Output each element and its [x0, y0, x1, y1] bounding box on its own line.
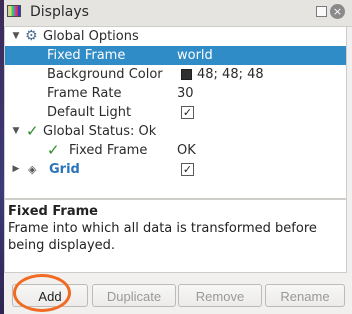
rename-button[interactable]: Rename [265, 284, 345, 307]
property-name: Fixed Frame [47, 48, 126, 63]
gear-icon: ⚙ [25, 28, 38, 44]
add-button[interactable]: Add [12, 284, 88, 307]
close-icon[interactable]: × [330, 4, 345, 19]
tree-item-global-status[interactable]: ▼ ✓ Global Status: Ok [5, 122, 346, 141]
property-value[interactable]: 30 [177, 84, 194, 103]
tree-item-grid[interactable]: ▶ ◈ Grid ✓ [5, 160, 346, 179]
panel-titlebar: Displays × [4, 0, 352, 27]
grid-enabled-checkbox[interactable]: ✓ [181, 163, 194, 176]
color-swatch[interactable] [181, 69, 192, 80]
expand-arrow-icon[interactable]: ▼ [11, 122, 21, 141]
status-ok-icon: ✓ [47, 141, 60, 159]
panel-title: Displays [30, 4, 89, 20]
duplicate-button[interactable]: Duplicate [92, 284, 176, 307]
remove-button[interactable]: Remove [178, 284, 262, 307]
property-name: Default Light [47, 105, 132, 120]
tree-item-label: Global Status: Ok [43, 124, 157, 139]
collapse-arrow-icon[interactable]: ▶ [11, 160, 21, 179]
property-value[interactable]: world [177, 46, 213, 65]
property-fixed-frame[interactable]: Fixed Frame world [5, 46, 346, 65]
help-panel: Fixed Frame Frame into which all data is… [4, 199, 347, 273]
property-value: OK [177, 143, 196, 158]
property-name: Fixed Frame [69, 143, 148, 158]
help-description: Frame into which all data is transformed… [8, 221, 317, 253]
property-value[interactable]: 48; 48; 48 [197, 65, 264, 84]
float-icon[interactable] [316, 6, 327, 17]
expand-arrow-icon[interactable]: ▼ [11, 27, 21, 46]
status-fixed-frame[interactable]: ✓ Fixed Frame OK [5, 141, 346, 160]
tree-item-global-options[interactable]: ▼ ⚙ Global Options [5, 27, 346, 46]
default-light-checkbox[interactable]: ✓ [181, 106, 194, 119]
display-tree[interactable]: ▼ ⚙ Global Options Fixed Frame world Bac… [4, 26, 347, 199]
property-default-light[interactable]: Default Light ✓ [5, 103, 346, 122]
property-background-color[interactable]: Background Color 48; 48; 48 [5, 65, 346, 84]
help-title: Fixed Frame [8, 204, 98, 219]
tree-item-label: Global Options [43, 29, 139, 44]
property-name: Frame Rate [47, 86, 122, 101]
tree-item-label: Grid [49, 162, 80, 177]
displays-panel: Displays × ▼ ⚙ Global Options Fixed Fram… [4, 0, 352, 314]
property-frame-rate[interactable]: Frame Rate 30 [5, 84, 346, 103]
grid-icon: ◈ [28, 163, 37, 176]
status-ok-icon: ✓ [26, 122, 39, 140]
property-name: Background Color [47, 67, 163, 82]
displays-icon [7, 5, 21, 17]
